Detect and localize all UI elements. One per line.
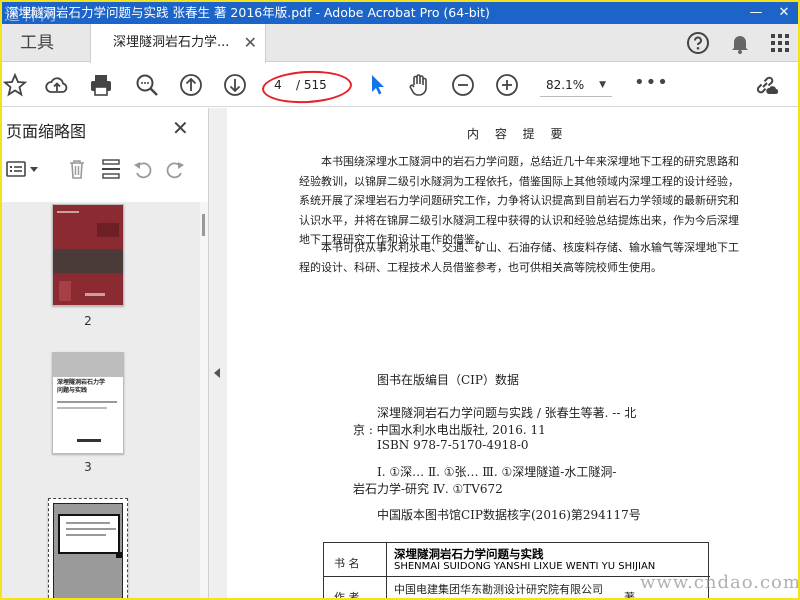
thumb-line — [66, 522, 110, 524]
thumb-title-line1: 深埋隧洞岩石力学 — [57, 379, 106, 386]
panel-toolbar — [2, 154, 208, 184]
options-menu-icon[interactable] — [6, 158, 42, 180]
panel-close-icon[interactable]: ✕ — [172, 116, 189, 140]
thumbnail-label-3: 3 — [84, 460, 92, 474]
thumb-resize-handle[interactable] — [116, 552, 122, 558]
title-bar: 深埋隧洞岩石力学问题与实践 张春生 著 2016年版.pdf - Adobe A… — [2, 2, 798, 24]
cip-line-5: 岩石力学-研究 Ⅳ. ①TV672 — [353, 482, 503, 496]
table-label-author: 作 者 — [334, 591, 360, 600]
thumbnail-page-3[interactable]: 深埋隧洞岩石力学 问题与实践 — [52, 352, 124, 454]
cloud-upload-icon[interactable] — [44, 72, 70, 98]
thumbnail-page-2[interactable] — [52, 204, 124, 306]
cip-title: 图书在版编目（CIP）数据 — [377, 373, 519, 387]
thumb-header-band — [53, 353, 123, 377]
tab-bar: 工具 深埋隧洞岩石力学... ✕ — [2, 24, 798, 63]
doc-paragraph-1: 本书围绕深埋水工隧洞中的岩石力学问题，总结近几十年来深埋地下工程的研究思路和经验… — [299, 155, 739, 246]
rotate-right-icon[interactable] — [164, 158, 186, 180]
panel-splitter[interactable] — [209, 108, 227, 598]
cip-line-6: 中国版本图书馆CIP数据核字(2016)第294117号 — [377, 508, 641, 522]
previous-page-icon[interactable] — [178, 72, 204, 98]
delete-trash-icon[interactable] — [66, 158, 88, 180]
tab-document-label: 深埋隧洞岩石力学... — [113, 35, 230, 50]
thumb-line — [66, 534, 106, 536]
print-icon[interactable] — [88, 72, 114, 98]
select-cursor-icon[interactable] — [364, 72, 390, 98]
zoom-out-icon[interactable] — [450, 72, 476, 98]
zoom-level-select[interactable]: 82.1% ▼ — [540, 73, 612, 97]
minimize-button[interactable]: — — [742, 2, 770, 24]
tab-tools[interactable]: 工具 — [2, 24, 72, 62]
cover-image — [53, 205, 123, 305]
zoom-in-icon[interactable] — [494, 72, 520, 98]
main-toolbar: 4 / 515 82.1% ▼ ••• — [2, 63, 798, 107]
next-page-icon[interactable] — [222, 72, 248, 98]
zoom-search-icon[interactable] — [134, 72, 160, 98]
document-view[interactable]: 内 容 提 要 本书围绕深埋水工隧洞中的岩石力学问题，总结近几十年来深埋地下工程… — [227, 108, 798, 600]
apps-grid-icon[interactable] — [768, 31, 792, 55]
notification-bell-icon[interactable] — [728, 31, 752, 55]
table-value-title: 深埋隧洞岩石力学问题与实践 — [394, 547, 544, 561]
help-icon[interactable] — [686, 31, 710, 55]
watermark-top: 道林网 — [4, 5, 59, 24]
hand-tool-icon[interactable] — [406, 72, 432, 98]
app-window: 深埋隧洞岩石力学问题与实践 张春生 著 2016年版.pdf - Adobe A… — [0, 0, 800, 600]
tab-close-icon[interactable]: ✕ — [244, 24, 257, 62]
window-title: 深埋隧洞岩石力学问题与实践 张春生 著 2016年版.pdf - Adobe A… — [6, 5, 490, 20]
thumb-page-preview — [53, 503, 123, 598]
share-link-icon[interactable] — [752, 72, 778, 98]
thumbnail-page-4-selected[interactable] — [48, 498, 128, 598]
more-tools-icon[interactable]: ••• — [634, 73, 669, 93]
table-value-pinyin: SHENMAI SUIDONG YANSHI LIXUE WENTI YU SH… — [394, 561, 656, 572]
cip-line-2: 京 : 中国水利水电出版社, 2016. 11 — [353, 423, 546, 437]
cip-line-4: Ⅰ. ①深… Ⅱ. ①张… Ⅲ. ①深埋隧道-水工隧洞- — [377, 465, 617, 479]
thumb-visible-area — [58, 514, 120, 554]
bookmark-star-icon[interactable] — [2, 72, 28, 98]
thumbnail-label-2: 2 — [84, 314, 92, 328]
collapse-arrow-icon[interactable] — [214, 368, 220, 378]
thumb-line — [66, 528, 116, 530]
thumb-publisher-mark — [77, 439, 101, 442]
close-window-button[interactable]: ✕ — [770, 2, 798, 24]
rotate-left-icon[interactable] — [132, 158, 154, 180]
thumb-line — [57, 407, 107, 409]
thumb-title-line2: 问题与实践 — [57, 387, 88, 394]
zoom-level-value: 82.1% — [546, 78, 585, 92]
panel-title: 页面缩略图 — [6, 122, 87, 141]
table-label-title: 书 名 — [334, 557, 360, 570]
chevron-down-icon: ▼ — [599, 80, 606, 90]
cip-line-3: ISBN 978-7-5170-4918-0 — [377, 438, 529, 452]
scrollbar-thumb[interactable] — [202, 214, 205, 236]
table-value-author: 中国电建集团华东勘测设计研究院有限公司 — [394, 583, 603, 596]
thumbnail-scrollbar[interactable] — [200, 202, 208, 598]
watermark-bottom: www.cndao.com — [640, 572, 800, 593]
cip-line-1: 深埋隧洞岩石力学问题与实践 / 张春生等著. -- 北 — [377, 406, 637, 420]
doc-heading: 内 容 提 要 — [467, 127, 569, 141]
tab-document[interactable]: 深埋隧洞岩石力学... ✕ — [90, 24, 266, 63]
page-thumbnails-panel: 页面缩略图 ✕ 2 深埋隧洞岩石力学 问题与实践 3 — [2, 108, 209, 598]
doc-paragraph-2: 本书可供从事水利水电、交通、矿山、石油存储、核废料存储、输水输气等深埋地下工程的… — [299, 241, 739, 274]
thumbnail-list: 2 深埋隧洞岩石力学 问题与实践 3 — [2, 202, 200, 598]
table-value-author-suffix: 著 — [624, 591, 635, 600]
thumb-line — [57, 401, 117, 403]
insert-page-icon[interactable] — [100, 158, 122, 180]
table-divider — [386, 543, 387, 598]
